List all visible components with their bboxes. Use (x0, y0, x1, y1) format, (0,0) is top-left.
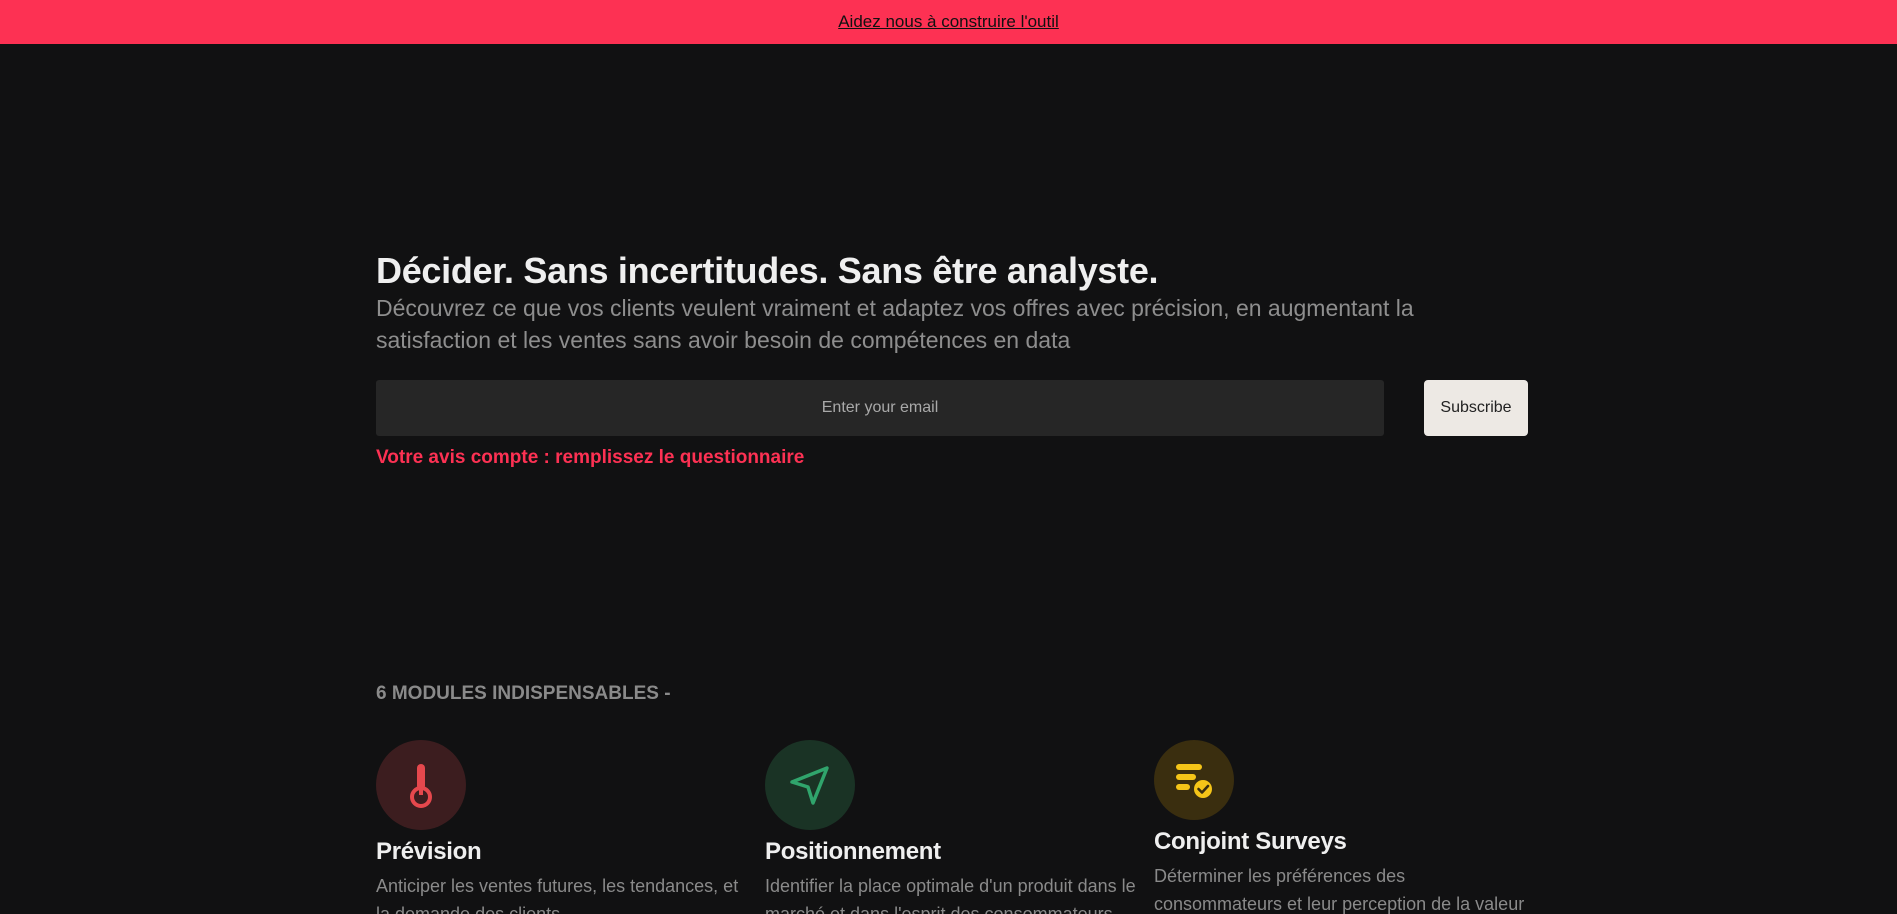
module-icon-circle (765, 740, 855, 830)
subscribe-button[interactable]: Subscribe (1424, 380, 1528, 436)
module-icon-circle (1154, 740, 1234, 820)
module-description: Anticiper les ventes futures, les tendan… (376, 876, 739, 914)
modules-heading: 6 MODULES INDISPENSABLES - (376, 683, 671, 704)
hero-subtitle: Découvrez ce que vos clients veulent vra… (376, 295, 1414, 353)
module-description: Identifier la place optimale d'un produi… (765, 876, 1136, 914)
thermometer-icon (410, 764, 432, 808)
module-icon-circle (376, 740, 466, 830)
list-check-icon (1176, 764, 1212, 798)
module-title: Positionnement (765, 838, 941, 865)
survey-link[interactable]: Votre avis compte : remplissez le questi… (376, 447, 804, 469)
module-card-conjoint-surveys: Conjoint Surveys Déterminer les préféren… (1154, 740, 1534, 914)
hero-title: Décider. Sans incertitudes. Sans être an… (376, 250, 1159, 291)
email-input[interactable] (376, 380, 1384, 436)
help-build-tool-link[interactable]: Aidez nous à construire l'outil (838, 12, 1059, 32)
module-description: Déterminer les préférences des consommat… (1154, 866, 1525, 914)
module-card-positionnement: Positionnement Identifier la place optim… (765, 740, 1145, 914)
navigation-arrow-icon (790, 766, 829, 805)
module-title: Prévision (376, 838, 482, 865)
module-card-prevision: Prévision Anticiper les ventes futures, … (376, 740, 756, 914)
announcement-banner: Aidez nous à construire l'outil (0, 0, 1897, 44)
module-title: Conjoint Surveys (1154, 828, 1347, 855)
